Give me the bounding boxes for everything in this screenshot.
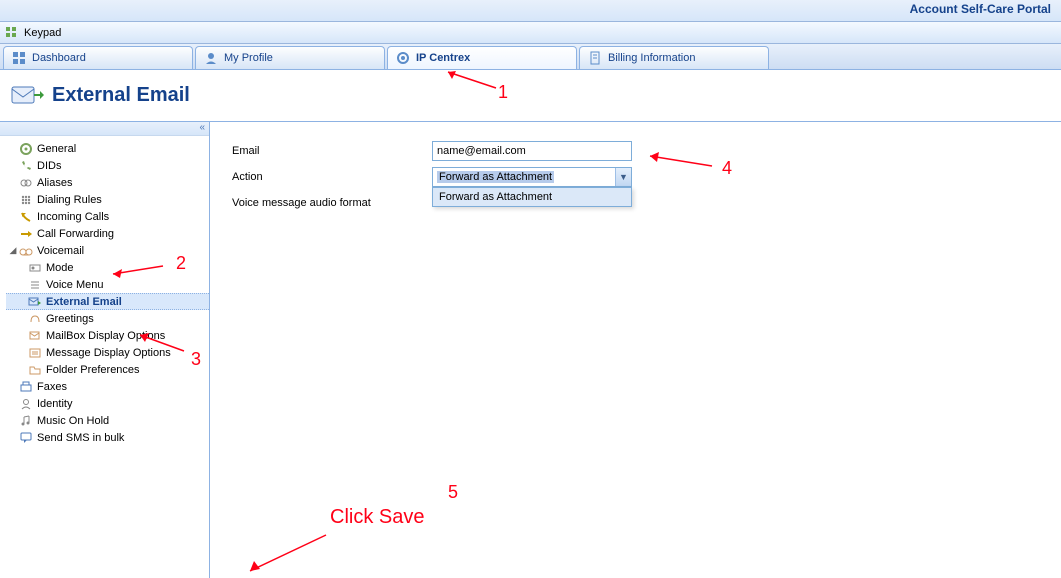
sidebar: « General DIDs Aliases Dialing Rules Inc… [0,122,210,578]
nav-tree: General DIDs Aliases Dialing Rules Incom… [0,136,209,446]
forward-icon [19,227,33,241]
tab-dashboard[interactable]: Dashboard [3,46,193,69]
email-input[interactable] [432,141,632,161]
folder-icon [28,363,42,377]
tree-voicemail[interactable]: ◢Voicemail [6,242,209,259]
chevron-down-icon[interactable]: ◢ [8,245,18,256]
app-title: Account Self-Care Portal [910,2,1051,16]
tab-my-profile[interactable]: My Profile [195,46,385,69]
audio-format-label: Voice message audio format [232,197,432,209]
dashboard-icon [12,51,26,65]
tab-label: Dashboard [32,52,86,64]
tree-incoming-calls[interactable]: Incoming Calls [6,208,209,225]
action-label: Action [232,171,432,183]
gear-icon [396,51,410,65]
tree-external-email[interactable]: External Email [6,293,209,310]
external-email-icon [10,81,44,111]
action-option[interactable]: Forward as Attachment [433,188,631,206]
keypad-icon [4,25,20,41]
menu-icon [28,278,42,292]
voicemail-icon [19,244,33,258]
tree-faxes[interactable]: Faxes [6,378,209,395]
tree-aliases[interactable]: Aliases [6,174,209,191]
mailbox-icon [28,329,42,343]
sidebar-collapse-button[interactable]: « [0,122,209,136]
identity-icon [19,397,33,411]
tree-dialing-rules[interactable]: Dialing Rules [6,191,209,208]
tabbar: Dashboard My Profile IP Centrex Billing … [0,44,1061,70]
dialpad-icon [19,193,33,207]
tree-send-sms[interactable]: Send SMS in bulk [6,429,209,446]
fax-icon [19,380,33,394]
gear-icon [19,142,33,156]
mode-icon [28,261,42,275]
page-header: External Email [0,70,1061,122]
tree-folder-preferences[interactable]: Folder Preferences [6,361,209,378]
tab-label: Billing Information [608,52,695,64]
content-panel: Email Action Forward as Attachment ▼ For… [210,122,1061,578]
phone-icon [19,159,33,173]
alias-icon [19,176,33,190]
tab-label: My Profile [224,52,273,64]
toolbar: Keypad [0,22,1061,44]
tree-dids[interactable]: DIDs [6,157,209,174]
tab-billing[interactable]: Billing Information [579,46,769,69]
tree-music-on-hold[interactable]: Music On Hold [6,412,209,429]
action-selected-value: Forward as Attachment [437,171,554,183]
page-title: External Email [52,84,190,107]
email-label: Email [232,145,432,157]
email-forward-icon [28,295,42,309]
document-icon [588,51,602,65]
greeting-icon [28,312,42,326]
tree-identity[interactable]: Identity [6,395,209,412]
tree-greetings[interactable]: Greetings [6,310,209,327]
profile-icon [204,51,218,65]
tab-ip-centrex[interactable]: IP Centrex [387,46,577,69]
keypad-button[interactable]: Keypad [24,27,61,39]
music-icon [19,414,33,428]
action-select[interactable]: Forward as Attachment ▼ [432,167,632,187]
tree-voice-menu[interactable]: Voice Menu [6,276,209,293]
sms-icon [19,431,33,445]
tree-general[interactable]: General [6,140,209,157]
tree-mailbox-display-options[interactable]: MailBox Display Options [6,327,209,344]
chevron-down-icon[interactable]: ▼ [615,168,631,186]
message-icon [28,346,42,360]
tree-mode[interactable]: Mode [6,259,209,276]
tree-call-forwarding[interactable]: Call Forwarding [6,225,209,242]
action-dropdown: Forward as Attachment [432,187,632,207]
tree-message-display-options[interactable]: Message Display Options [6,344,209,361]
incoming-call-icon [19,210,33,224]
tab-label: IP Centrex [416,52,470,64]
